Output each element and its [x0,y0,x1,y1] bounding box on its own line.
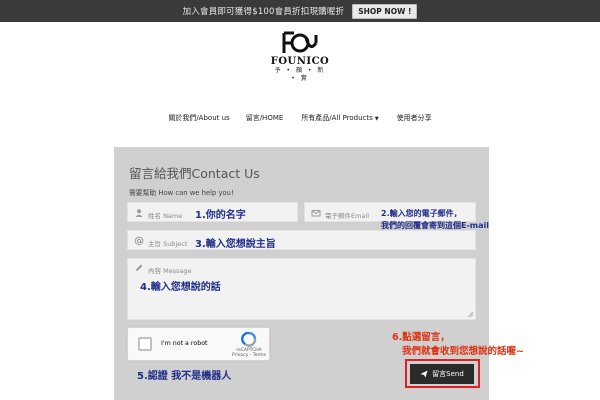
recaptcha-label: I'm not a robot [161,340,208,347]
logo-mark-icon [282,31,318,53]
annotation-send-line1: 6.點選留言， [392,332,450,343]
dropdown-caret-icon: ▼ [374,116,379,122]
message-placeholder: 內容 Message [148,267,192,275]
envelope-icon [311,210,321,217]
annotation-email-line2: 我們的回覆會寄到這個E-mail [381,221,490,230]
annotation-message: 4.輸入您想說的話 [140,282,221,293]
main-nav: 關於我們/About us 留言/HOME 所有產品/All Products ▼… [0,113,600,123]
nav-about-us[interactable]: 關於我們/About us [168,113,229,123]
send-button[interactable]: 留言Send [410,364,474,384]
annotation-captcha: 5.認證 我不是機器人 [137,371,232,382]
annotation-subject: 3.輸入您想說主旨 [195,239,276,250]
promo-bar: 加入會員即可獲得$100會員折扣現購喔折 SHOP NOW ! [0,0,600,22]
at-sign-icon [134,236,144,246]
recaptcha-logo-icon [241,332,257,347]
logo-tagline: 予 • 顏 • 新 • 實 [274,67,326,82]
recaptcha-links[interactable]: Privacy - Terms [230,353,268,358]
contact-title: 留言給我們Contact Us [129,166,260,181]
pencil-icon [136,264,143,271]
site-logo[interactable]: FOUNICO 予 • 顏 • 新 • 實 [270,30,330,82]
recaptcha-brand: reCAPTCHA Privacy - Terms [230,348,268,358]
subject-field[interactable]: 主旨 Subject [127,230,476,250]
annotation-email-line1: 2.輸入您的電子郵件， [381,209,462,218]
shop-now-button[interactable]: SHOP NOW ! [352,3,418,19]
nav-home[interactable]: 留言/HOME [246,113,284,123]
name-placeholder: 姓名 Name [148,212,183,220]
paper-plane-icon [420,370,428,378]
logo-wordmark: FOUNICO [270,56,330,67]
annotation-name: 1.你的名字 [195,210,246,221]
email-placeholder: 電子郵件Email [325,212,370,220]
nav-user-share[interactable]: 使用者分享 [397,113,432,123]
user-icon [135,209,143,217]
subject-placeholder: 主旨 Subject [148,240,188,248]
send-label: 留言Send [432,370,464,378]
annotation-send-line2: 我們就會收到您想說的話喔~ [402,346,524,357]
nav-all-products[interactable]: 所有產品/All Products ▼ [301,113,378,123]
nav-all-products-label: 所有產品/All Products [301,114,373,122]
annotation-send: 6.點選留言， 我們就會收到您想說的話喔~ [392,331,524,359]
recaptcha-checkbox[interactable] [138,337,152,351]
recaptcha-widget: I'm not a robot reCAPTCHA Privacy - Term… [127,327,270,361]
promo-text: 加入會員即可獲得$100會員折扣現購喔折 [182,7,345,17]
resize-grip-icon[interactable] [467,311,473,317]
contact-subtitle: 需要幫助 How can we help you! [129,189,234,197]
annotation-email: 2.輸入您的電子郵件， 我們的回覆會寄到這個E-mail [381,208,489,232]
